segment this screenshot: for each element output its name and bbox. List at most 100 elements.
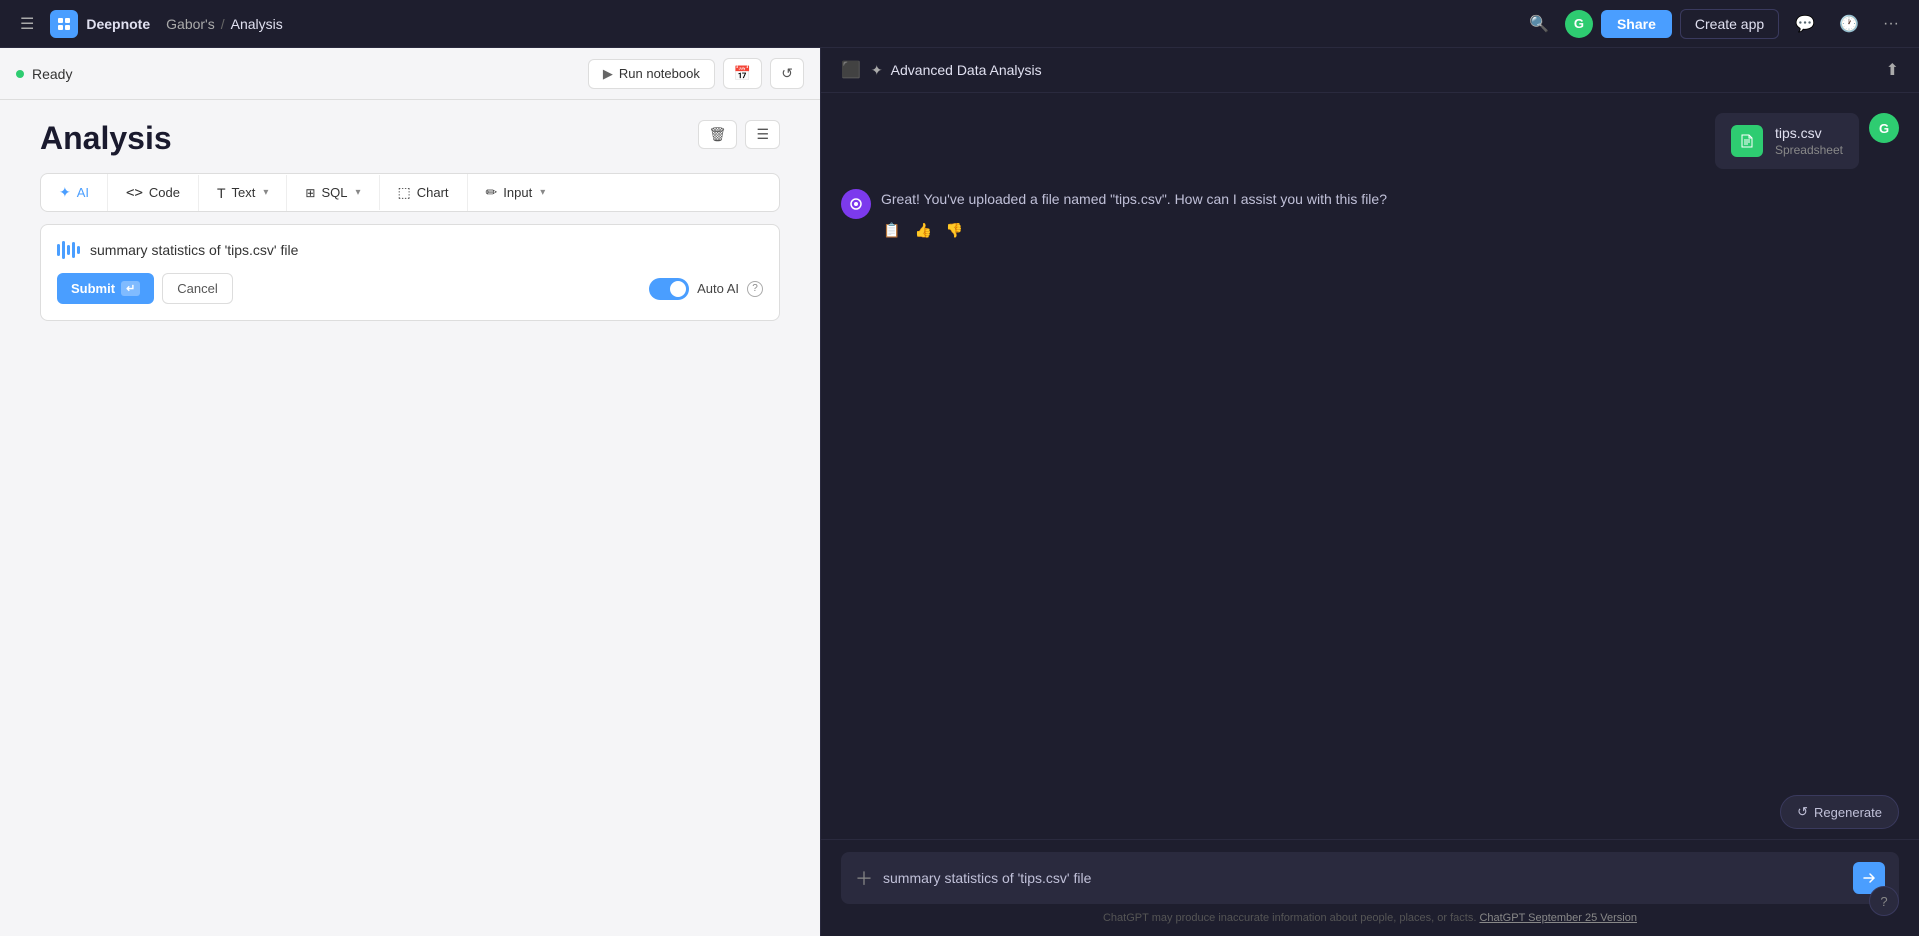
sql-icon: ⊞	[305, 186, 315, 200]
submit-label: Submit	[71, 281, 115, 296]
create-app-button[interactable]: Create app	[1680, 9, 1779, 39]
history-icon-button[interactable]: 🕐	[1831, 10, 1867, 38]
ai-header-left: ⬛ ✦ Advanced Data Analysis	[841, 60, 1042, 80]
breadcrumb-current: Analysis	[231, 16, 283, 32]
ai-footer-note: ChatGPT may produce inaccurate informati…	[841, 912, 1899, 924]
status-dot	[16, 70, 24, 78]
status-indicator: Ready	[16, 66, 72, 82]
footer-note-text: ChatGPT may produce inaccurate informati…	[1103, 912, 1476, 924]
ai-response-content: Great! You've uploaded a file named "tip…	[881, 189, 1387, 241]
share-button[interactable]: Share	[1601, 10, 1672, 38]
auto-ai-row: Auto AI ?	[649, 278, 763, 300]
user-message-1: tips.csv Spreadsheet G	[841, 113, 1899, 169]
input-chevron-icon: ▾	[540, 187, 545, 198]
chat-icon-button[interactable]: 💬	[1787, 10, 1823, 38]
user-avatar-chat: G	[1869, 113, 1899, 143]
topbar-left: ☰ Deepnote Gabor's / Analysis	[12, 10, 283, 38]
footer-link[interactable]: ChatGPT September 25 Version	[1479, 912, 1637, 924]
copy-message-button[interactable]: 📋	[881, 220, 902, 241]
ai-panel-title: Advanced Data Analysis	[891, 62, 1042, 78]
cell-tool-ai[interactable]: ✦ AI	[41, 174, 108, 211]
title-actions: 🗑 ☰	[698, 120, 780, 149]
chart-label: Chart	[417, 185, 449, 200]
regenerate-button[interactable]: ↺ Regenerate	[1780, 795, 1899, 829]
file-type: Spreadsheet	[1775, 143, 1843, 157]
cell-tool-text[interactable]: T Text ▾	[199, 175, 287, 211]
ai-help-button[interactable]: ?	[1869, 886, 1899, 916]
search-button[interactable]: 🔍	[1521, 10, 1557, 38]
input-label: Input	[503, 185, 532, 200]
input-icon: ✏	[486, 184, 498, 201]
ai-input-bar: ＋	[841, 852, 1899, 904]
notebook-area: ✦ AI <> Code T Text ▾ ⊞ SQL ▾	[0, 173, 820, 936]
breadcrumb: Gabor's / Analysis	[166, 16, 283, 32]
ai-message-1: Great! You've uploaded a file named "tip…	[841, 189, 1899, 241]
cell-tool-code[interactable]: <> Code	[108, 175, 199, 211]
notebook-title: Analysis	[40, 120, 172, 157]
ai-waveform-icon	[57, 241, 80, 259]
sql-label: SQL	[321, 185, 347, 200]
more-options-button[interactable]: ···	[1875, 11, 1907, 37]
auto-ai-toggle[interactable]	[649, 278, 689, 300]
status-actions: ▶ Run notebook 📅 ↺	[588, 58, 804, 89]
main-content: Ready ▶ Run notebook 📅 ↺ Analysis 🗑 ☰	[0, 48, 1919, 936]
ai-avatar	[841, 189, 871, 219]
topbar: ☰ Deepnote Gabor's / Analysis 🔍 G Share …	[0, 0, 1919, 48]
thumbs-down-button[interactable]: 👎	[944, 220, 965, 241]
play-icon: ▶	[603, 66, 613, 82]
text-chevron-icon: ▾	[263, 187, 268, 198]
cell-actions-left: Submit ↵ Cancel	[57, 273, 233, 304]
ai-input-row	[57, 241, 763, 259]
notebook-title-area: Analysis 🗑 ☰	[0, 100, 820, 173]
chart-icon: ⬚	[398, 184, 411, 201]
run-notebook-label: Run notebook	[619, 66, 700, 81]
menu-button[interactable]: ☰	[12, 10, 42, 38]
cancel-button[interactable]: Cancel	[162, 273, 232, 304]
delete-block-button[interactable]: 🗑	[698, 120, 738, 149]
text-icon: T	[217, 185, 226, 201]
cell-tool-input[interactable]: ✏ Input ▾	[468, 174, 564, 211]
ai-panel-icon: ✦	[871, 62, 883, 79]
ai-attach-button[interactable]: ＋	[855, 865, 873, 891]
submit-button[interactable]: Submit ↵	[57, 273, 154, 304]
file-info: tips.csv Spreadsheet	[1775, 125, 1843, 157]
ai-message-actions: 📋 👍 👎	[881, 220, 1387, 241]
app-logo	[50, 10, 78, 38]
breadcrumb-separator: /	[221, 16, 225, 32]
file-attachment: tips.csv Spreadsheet	[1715, 113, 1859, 169]
ai-query-input[interactable]	[90, 242, 763, 258]
refresh-button[interactable]: ↺	[770, 58, 804, 89]
ai-label: AI	[77, 185, 89, 200]
cell-toolbar: ✦ AI <> Code T Text ▾ ⊞ SQL ▾	[40, 173, 780, 212]
thumbs-up-button[interactable]: 👍	[912, 220, 933, 241]
code-icon: <>	[126, 185, 143, 201]
notebook-panel: Ready ▶ Run notebook 📅 ↺ Analysis 🗑 ☰	[0, 48, 820, 936]
calendar-button[interactable]: 📅	[723, 58, 762, 89]
ai-chat-input[interactable]	[883, 870, 1843, 886]
ai-share-button[interactable]: ⬆	[1886, 60, 1899, 80]
code-label: Code	[149, 185, 180, 200]
regenerate-label: Regenerate	[1814, 805, 1882, 820]
breadcrumb-parent[interactable]: Gabor's	[166, 16, 215, 32]
user-avatar[interactable]: G	[1565, 10, 1593, 38]
sql-chevron-icon: ▾	[355, 187, 360, 198]
auto-ai-help-icon[interactable]: ?	[747, 281, 763, 297]
ai-icon: ✦	[59, 184, 71, 201]
ai-panel: ⬛ ✦ Advanced Data Analysis ⬆ tips.csv S	[820, 48, 1919, 936]
app-name: Deepnote	[86, 16, 150, 32]
regenerate-icon: ↺	[1797, 804, 1808, 820]
status-text: Ready	[32, 66, 72, 82]
cell-tool-sql[interactable]: ⊞ SQL ▾	[287, 175, 379, 210]
cell-tool-chart[interactable]: ⬚ Chart	[380, 174, 468, 211]
ai-cell-content: Submit ↵ Cancel Auto AI ?	[40, 224, 780, 321]
ai-title-area: ✦ Advanced Data Analysis	[871, 62, 1042, 79]
run-notebook-button[interactable]: ▶ Run notebook	[588, 59, 715, 89]
ai-input-area: ＋ ChatGPT may produce inaccurate informa…	[821, 839, 1919, 936]
auto-ai-label: Auto AI	[697, 281, 739, 296]
enter-icon: ↵	[121, 281, 140, 296]
sidebar-toggle-button[interactable]: ⬛	[841, 60, 861, 80]
file-name: tips.csv	[1775, 125, 1843, 141]
text-label: Text	[232, 185, 256, 200]
status-bar: Ready ▶ Run notebook 📅 ↺	[0, 48, 820, 100]
block-menu-button[interactable]: ☰	[745, 120, 780, 149]
